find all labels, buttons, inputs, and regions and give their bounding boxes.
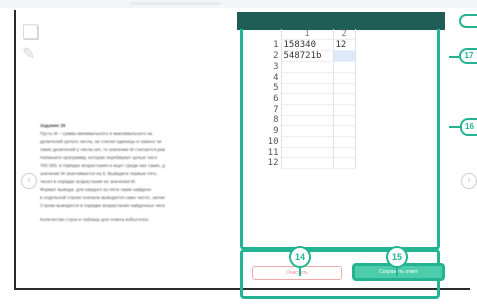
task-line: делителей целого числа, не считая единиц… (40, 139, 162, 144)
task-line: значение М оканчивается на 8. Выведите п… (40, 171, 157, 176)
buttons-highlight: Очистить Сохранить ответ (240, 249, 445, 299)
row-number: 6 (245, 93, 282, 105)
table-row: 3 (245, 61, 356, 73)
answer-cell[interactable] (333, 50, 356, 63)
answer-table-highlight: 1 2 1 158340 12 2 548721b 3 4 5 6 7 8 9 10 11 12 (240, 29, 440, 250)
table-row: 2 548721b (245, 50, 356, 63)
callout-15: 15 (386, 246, 408, 268)
table-row: 11 (245, 147, 356, 159)
answer-cell[interactable] (333, 83, 356, 95)
task-line: Напишите программу, которая перебирает ц… (40, 155, 158, 160)
task-line: Формат вывода: для каждого из пяти таких… (40, 187, 152, 192)
task-title: Задание 25 (40, 123, 66, 128)
task-text: Задание 25 Пусть М – сумма минимального … (40, 122, 248, 224)
answer-cell[interactable] (281, 136, 334, 148)
task-line: таких делителей у числа нет, то значение… (40, 147, 165, 152)
callout-14: 14 (289, 246, 311, 268)
row-number: 3 (245, 61, 282, 73)
task-footer: Количество строк в таблице для ответа из… (40, 217, 150, 222)
row-number: 9 (245, 125, 282, 137)
row-number: 8 (245, 115, 282, 126)
answer-cell[interactable] (281, 115, 334, 127)
column-header: 2 (333, 29, 356, 41)
answer-cell[interactable] (281, 61, 334, 73)
answer-cell[interactable] (333, 72, 356, 84)
row-number: 11 (245, 147, 282, 158)
callout-16: 16 (460, 118, 477, 136)
task-line: Строки выводятся в порядке возрастания н… (40, 203, 166, 208)
task-line: в отдельной строке сначала выводится сам… (40, 195, 165, 200)
answer-cell[interactable] (281, 147, 334, 159)
answer-cell[interactable] (281, 72, 334, 84)
callout-connector (449, 126, 460, 128)
answer-cell[interactable] (333, 147, 356, 159)
table-row: 1 158340 12 (245, 39, 356, 52)
table-row: 9 (245, 125, 356, 137)
row-number: 12 (245, 157, 282, 169)
row-number: 2 (245, 50, 282, 62)
answer-cell[interactable]: 158340 (281, 39, 334, 52)
answer-table: 1 2 1 158340 12 2 548721b 3 4 5 6 7 8 9 10 11 12 (245, 29, 356, 170)
answer-cell[interactable] (281, 157, 334, 170)
row-number: 10 (245, 136, 282, 148)
panel-toggle-marker (459, 14, 477, 28)
table-row: 5 (245, 83, 356, 95)
task-line: чисел в порядке возрастания их значения … (40, 179, 136, 184)
task-line: Пусть М – сумма минимального и максималь… (40, 131, 153, 136)
table-row: 7 (245, 104, 356, 116)
row-number-header (245, 29, 282, 40)
row-number: 5 (245, 83, 282, 94)
answer-cell[interactable]: 548721b (281, 50, 334, 63)
answer-cell[interactable] (281, 125, 334, 137)
callout-connector (449, 56, 459, 58)
row-number: 1 (245, 39, 282, 51)
answer-cell[interactable] (333, 157, 356, 170)
callout-connector (396, 267, 398, 276)
answer-cell[interactable] (333, 93, 356, 105)
prev-page-icon[interactable]: ‹ (21, 173, 37, 189)
table-row: 10 (245, 136, 356, 148)
answer-cell[interactable] (333, 125, 356, 137)
bookmark-icon: ❏ (22, 22, 40, 44)
answer-cell[interactable] (281, 104, 334, 116)
answer-cell[interactable] (333, 136, 356, 148)
answer-cell[interactable]: 12 (333, 39, 356, 52)
answer-cell[interactable] (281, 83, 334, 95)
callout-connector (299, 267, 301, 276)
task-line: 700 000, в порядке возрастания и ищет ср… (40, 163, 165, 168)
top-bar-indicator (130, 2, 220, 5)
screen: ❏ ✎ ‹ › Задание 25 Пусть М – сумма миним… (0, 0, 477, 307)
callout-17: 17 (459, 48, 477, 64)
answer-cell[interactable] (281, 93, 334, 105)
table-header-row: 1 2 (245, 29, 356, 41)
row-number: 4 (245, 72, 282, 84)
answer-panel: 1 2 1 158340 12 2 548721b 3 4 5 6 7 8 9 10 11 12 Очист… (237, 12, 445, 299)
table-row: 8 (245, 115, 356, 127)
row-number: 7 (245, 104, 282, 116)
column-header: 1 (281, 29, 334, 41)
top-bar (0, 0, 477, 8)
answer-cell[interactable] (333, 104, 356, 116)
pencil-icon: ✎ (22, 46, 36, 63)
next-page-icon[interactable]: › (461, 173, 477, 189)
clear-button[interactable]: Очистить (252, 266, 342, 280)
answer-cell[interactable] (333, 61, 356, 73)
table-row: 12 (245, 157, 356, 170)
table-row: 6 (245, 93, 356, 105)
answer-cell[interactable] (333, 115, 356, 127)
table-row: 4 (245, 72, 356, 84)
answer-panel-header (237, 12, 445, 30)
